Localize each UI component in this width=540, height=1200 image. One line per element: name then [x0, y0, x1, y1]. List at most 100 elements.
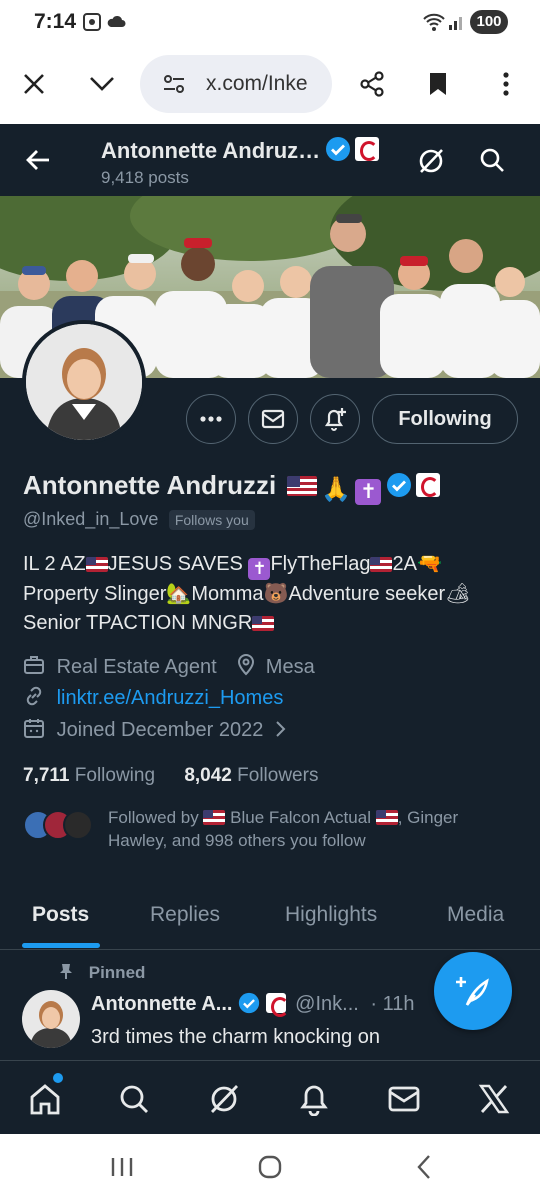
- verified-badge-icon: [238, 992, 260, 1014]
- profile-section: Following Antonnette Andruzzi 🙏 ✝ @Inked…: [0, 320, 540, 948]
- profile-display-name: Antonnette Andruzzi: [23, 470, 277, 500]
- url-bar[interactable]: x.com/Inke: [140, 55, 332, 113]
- bear-icon: 🐻: [263, 583, 289, 605]
- wifi-icon: [422, 12, 446, 37]
- chevron-right-icon: [276, 721, 286, 737]
- more-options-button[interactable]: [186, 394, 236, 444]
- compose-post-button[interactable]: [434, 952, 512, 1030]
- follow-counts: 7,711 Following 8,042 Followers: [23, 765, 318, 787]
- system-navigation-bar: [0, 1134, 540, 1200]
- followers-count-link[interactable]: 8,042 Followers: [184, 765, 318, 786]
- affiliate-badge-icon: [416, 473, 441, 497]
- calendar-icon: [24, 719, 44, 738]
- tab-highlights[interactable]: Highlights: [285, 880, 377, 950]
- us-flag-icon: [85, 557, 108, 572]
- home-icon[interactable]: [22, 1077, 68, 1121]
- pinned-label: Pinned: [88, 963, 146, 982]
- bio-text: Adventure seeker: [288, 583, 446, 605]
- pistol-icon: 🔫: [416, 553, 442, 575]
- tab-label: Posts: [32, 903, 90, 926]
- post-author-row: Antonnette A... @Ink... · 11h: [91, 992, 414, 1017]
- avatar[interactable]: [22, 990, 80, 1048]
- following-label: Following: [74, 765, 156, 786]
- header-post-count: 9,418 posts: [101, 168, 189, 187]
- bio-text: 2A: [392, 553, 417, 575]
- bio-text: FlyTheFlag: [270, 553, 371, 575]
- search-icon[interactable]: [112, 1077, 156, 1121]
- site-settings-icon[interactable]: [162, 73, 186, 100]
- us-flag-icon: [203, 810, 226, 825]
- profile-bio: IL 2 AZ JESUS SAVES ✝ FlyTheFlag 2A🔫 Proper…: [23, 550, 523, 638]
- verified-badge-icon: [325, 137, 350, 161]
- bio-text: Momma: [191, 583, 264, 605]
- followed-by-row[interactable]: Followed by Blue Falcon Actual , Ginger …: [23, 806, 523, 856]
- us-flag-icon: [375, 810, 398, 825]
- post-author-handle: @Ink...: [295, 993, 359, 1015]
- grok-icon[interactable]: [412, 142, 450, 180]
- bio-text: Senior TPACTION MNGR: [23, 612, 253, 634]
- profile-name-row: Antonnette Andruzzi 🙏 ✝: [23, 470, 441, 505]
- cloud-icon: [106, 13, 126, 34]
- followed-by-user: , Ginger: [397, 808, 459, 827]
- profile-joined: Joined December 2022: [56, 719, 264, 741]
- bio-text: Property Slinger: [23, 583, 167, 605]
- avatar[interactable]: [22, 320, 146, 444]
- screenshot-icon: [82, 12, 102, 37]
- back-arrow-icon[interactable]: [20, 142, 56, 178]
- profile-website-row: linktr.ee/Andruzzi_Homes: [23, 685, 283, 710]
- url-text: x.com/Inke: [206, 72, 308, 95]
- signal-icon: [448, 14, 466, 35]
- chevron-down-icon[interactable]: [80, 64, 124, 104]
- more-vertical-icon[interactable]: [488, 64, 524, 104]
- profile-header-bar: Antonnette Andruz… 9,418 posts: [0, 124, 540, 196]
- tab-posts[interactable]: Posts: [32, 880, 89, 950]
- bookmark-icon[interactable]: [418, 64, 458, 104]
- latin-cross-icon: ✝: [248, 558, 271, 580]
- profile-job: Real Estate Agent: [56, 656, 217, 678]
- pinned-indicator: Pinned: [58, 962, 145, 983]
- grok-icon[interactable]: [202, 1077, 246, 1121]
- x-logo-icon[interactable]: [472, 1077, 516, 1121]
- message-button[interactable]: [248, 394, 298, 444]
- affiliate-badge-icon: [265, 993, 289, 1017]
- tab-label: Replies: [150, 903, 221, 926]
- compose-feather-icon: [456, 977, 489, 1006]
- share-icon[interactable]: [352, 64, 392, 104]
- affiliate-badge-icon: [355, 137, 380, 161]
- active-tab-indicator: [22, 943, 100, 948]
- messages-mail-icon[interactable]: [382, 1077, 426, 1121]
- profile-website-link[interactable]: linktr.ee/Andruzzi_Homes: [57, 687, 284, 709]
- header-name: Antonnette Andruz…: [101, 138, 321, 163]
- more-horizontal-icon: [200, 416, 222, 422]
- notifications-subscribe-button[interactable]: [310, 394, 360, 444]
- back-icon[interactable]: [402, 1150, 446, 1184]
- following-button[interactable]: Following: [372, 394, 518, 444]
- search-icon[interactable]: [474, 142, 510, 178]
- tab-media[interactable]: Media: [447, 880, 504, 950]
- status-bar: 7:14 100: [0, 0, 540, 44]
- profile-handle: @Inked_in_Love: [23, 509, 159, 529]
- avatar: [63, 810, 93, 840]
- profile-tabs: Posts Replies Highlights Media: [0, 880, 540, 950]
- pin-icon: [60, 964, 72, 979]
- link-icon: [26, 686, 42, 706]
- notifications-bell-icon[interactable]: [292, 1077, 336, 1121]
- tab-replies[interactable]: Replies: [150, 880, 220, 950]
- house-icon: 🏡: [166, 583, 192, 605]
- camping-icon: 🏕: [445, 583, 471, 605]
- followed-by-user: Blue Falcon Actual: [225, 808, 376, 827]
- home-button-icon[interactable]: [248, 1150, 292, 1184]
- post-author-name[interactable]: Antonnette A...: [91, 993, 232, 1015]
- followed-by-text: Followed by Blue Falcon Actual , Ginger …: [108, 806, 518, 852]
- profile-meta-row: Real Estate Agent Mesa: [23, 654, 315, 679]
- profile-joined-row[interactable]: Joined December 2022: [23, 717, 287, 742]
- close-tab-icon[interactable]: [14, 64, 54, 104]
- us-flag-icon: [370, 557, 393, 572]
- recent-apps-icon[interactable]: [100, 1152, 144, 1182]
- followers-count: 8,042: [184, 765, 232, 786]
- followed-by-prefix: Followed by: [108, 808, 204, 827]
- tab-label: Media: [447, 903, 505, 926]
- follows-you-badge: Follows you: [168, 510, 255, 530]
- browser-toolbar: x.com/Inke: [0, 44, 540, 124]
- following-count-link[interactable]: 7,711 Following: [23, 765, 155, 786]
